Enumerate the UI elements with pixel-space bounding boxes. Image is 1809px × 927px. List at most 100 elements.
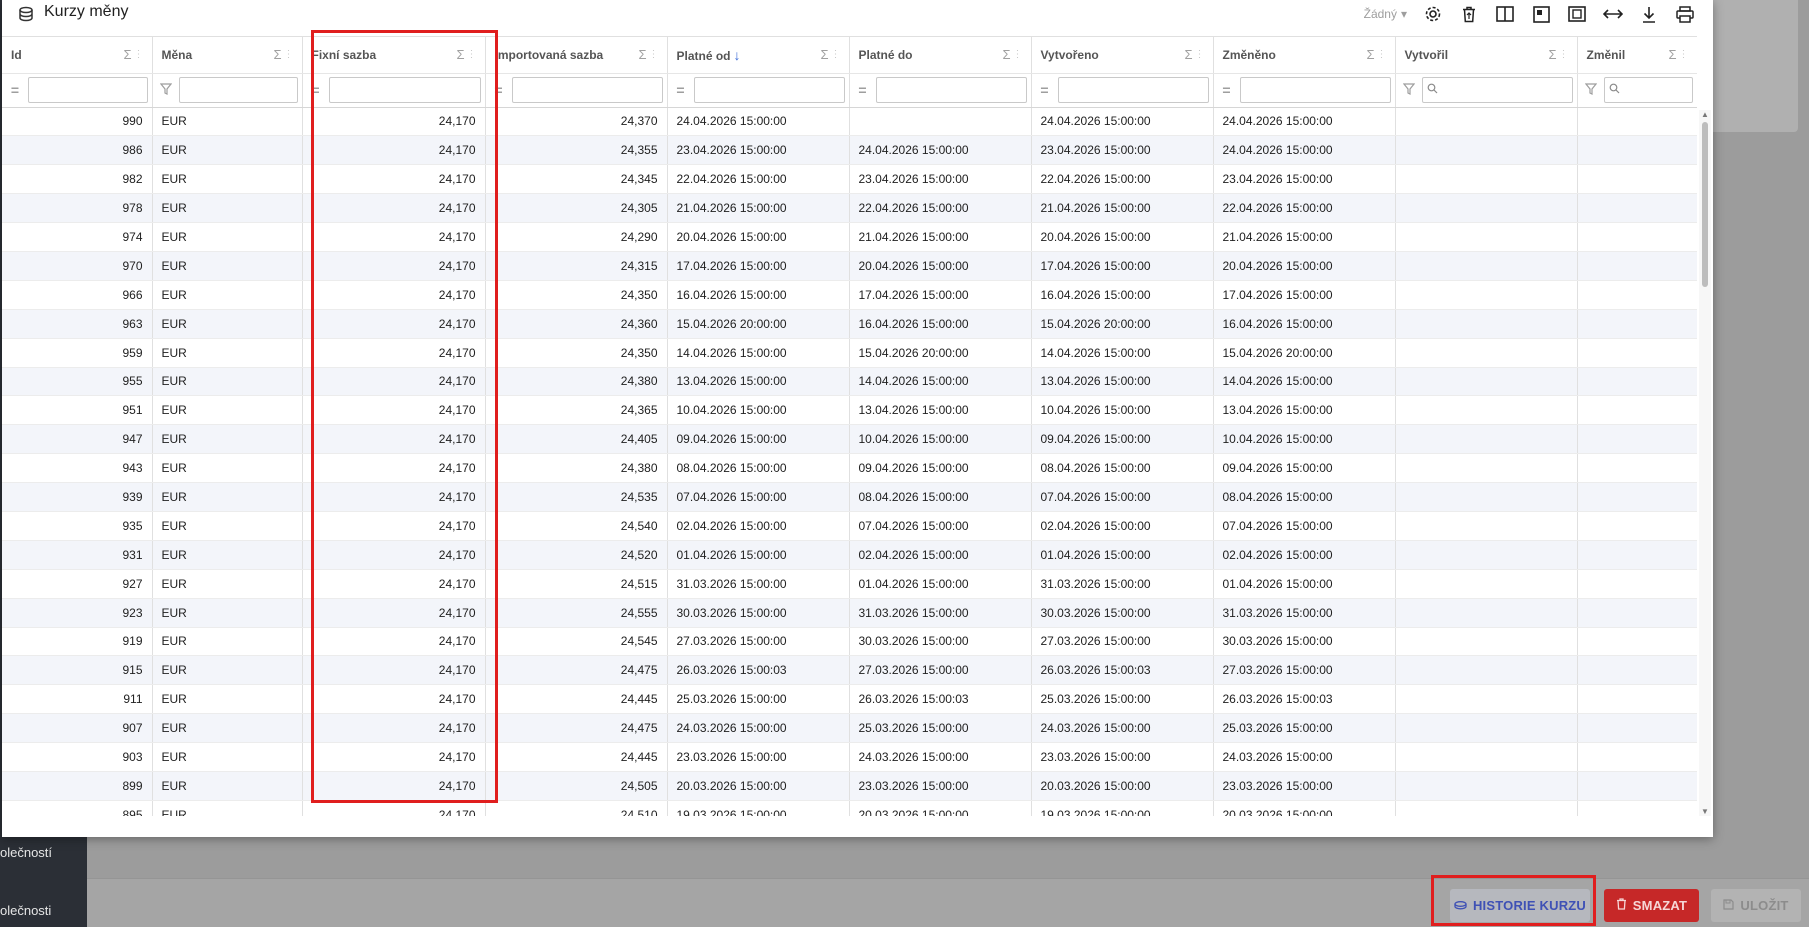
cell-created[interactable]: 08.04.2026 15:00:00 <box>1031 453 1214 484</box>
cell-valid-to[interactable]: 08.04.2026 15:00:00 <box>849 482 1032 512</box>
table-row[interactable]: 982 EUR 24,170 24,345 22.04.2026 15:00:00 23.… <box>2 164 1697 195</box>
table-row[interactable]: 931 EUR 24,170 24,520 01.04.2026 15:00:00 02.… <box>2 540 1697 570</box>
table-row[interactable]: 955 EUR 24,170 24,380 13.04.2026 15:00:00 14.… <box>2 367 1697 397</box>
cell-valid-to[interactable]: 20.03.2026 15:00:00 <box>849 800 1032 816</box>
cell-currency[interactable]: EUR <box>152 222 303 252</box>
cell-id[interactable]: 899 <box>2 771 153 801</box>
cell-changed[interactable]: 20.04.2026 15:00:00 <box>1213 251 1396 281</box>
table-row[interactable]: 895 EUR 24,170 24,510 19.03.2026 15:00:00 20.… <box>2 800 1697 816</box>
column-header-valid-from[interactable]: Platné od ↓ Σ ⋮ <box>667 37 850 74</box>
cell-currency[interactable]: EUR <box>152 569 303 599</box>
column-header-imported-rate[interactable]: Importovaná sazba Σ ⋮ <box>485 37 668 74</box>
filter-input-currency[interactable] <box>178 77 298 103</box>
layout-icon[interactable] <box>1523 2 1559 26</box>
cell-changed[interactable]: 24.03.2026 15:00:00 <box>1213 742 1396 772</box>
cell-imported-rate[interactable]: 24,350 <box>485 338 668 368</box>
cell-changed-by[interactable] <box>1577 800 1697 816</box>
cell-valid-to[interactable]: 30.03.2026 15:00:00 <box>849 627 1032 657</box>
sort-desc-icon[interactable]: ↓ <box>734 47 741 63</box>
table-row[interactable]: 963 EUR 24,170 24,360 15.04.2026 20:00:00 16.… <box>2 309 1697 339</box>
cell-created-by[interactable] <box>1395 395 1578 426</box>
cell-created-by[interactable] <box>1395 222 1578 252</box>
table-row[interactable]: 927 EUR 24,170 24,515 31.03.2026 15:00:00 01.… <box>2 569 1697 599</box>
cell-currency[interactable]: EUR <box>152 424 303 455</box>
cell-changed[interactable]: 30.03.2026 15:00:00 <box>1213 627 1396 657</box>
cell-imported-rate[interactable]: 24,405 <box>485 424 668 455</box>
cell-id[interactable]: 982 <box>2 164 153 195</box>
cell-changed[interactable]: 24.04.2026 15:00:00 <box>1213 107 1396 137</box>
cell-created-by[interactable] <box>1395 164 1578 195</box>
cell-imported-rate[interactable]: 24,445 <box>485 742 668 772</box>
cell-id[interactable]: 947 <box>2 424 153 455</box>
cell-valid-from[interactable]: 16.04.2026 15:00:00 <box>667 280 850 310</box>
cell-valid-from[interactable]: 27.03.2026 15:00:00 <box>667 627 850 657</box>
cell-id[interactable]: 935 <box>2 511 153 541</box>
cell-valid-from[interactable]: 22.04.2026 15:00:00 <box>667 164 850 195</box>
filter-input-created-by[interactable] <box>1421 77 1573 103</box>
cell-created[interactable]: 15.04.2026 20:00:00 <box>1031 309 1214 339</box>
cell-valid-to[interactable]: 21.04.2026 15:00:00 <box>849 222 1032 252</box>
cell-changed-by[interactable] <box>1577 742 1697 772</box>
cell-currency[interactable]: EUR <box>152 164 303 195</box>
cell-changed-by[interactable] <box>1577 193 1697 224</box>
cell-changed-by[interactable] <box>1577 627 1697 657</box>
cell-created[interactable]: 10.04.2026 15:00:00 <box>1031 395 1214 426</box>
cell-valid-to[interactable]: 13.04.2026 15:00:00 <box>849 395 1032 426</box>
cell-created[interactable]: 20.04.2026 15:00:00 <box>1031 222 1214 252</box>
cell-changed-by[interactable] <box>1577 713 1697 744</box>
cell-created-by[interactable] <box>1395 511 1578 541</box>
filter-equals-icon[interactable]: = <box>6 82 24 98</box>
cell-valid-from[interactable]: 09.04.2026 15:00:00 <box>667 424 850 455</box>
cell-created[interactable]: 07.04.2026 15:00:00 <box>1031 482 1214 512</box>
cell-valid-to[interactable]: 26.03.2026 15:00:03 <box>849 684 1032 715</box>
cell-changed[interactable]: 01.04.2026 15:00:00 <box>1213 569 1396 599</box>
aggregate-sum-icon[interactable]: Σ ⋮ <box>1366 47 1386 62</box>
table-row[interactable]: 947 EUR 24,170 24,405 09.04.2026 15:00:00 10.… <box>2 424 1697 455</box>
cell-created-by[interactable] <box>1395 338 1578 368</box>
cell-currency[interactable]: EUR <box>152 395 303 426</box>
cell-currency[interactable]: EUR <box>152 598 303 628</box>
cell-created[interactable]: 20.03.2026 15:00:00 <box>1031 771 1214 801</box>
cell-currency[interactable]: EUR <box>152 800 303 816</box>
cell-created[interactable]: 25.03.2026 15:00:00 <box>1031 684 1214 715</box>
cell-created-by[interactable] <box>1395 742 1578 772</box>
cell-changed[interactable]: 17.04.2026 15:00:00 <box>1213 280 1396 310</box>
cell-changed[interactable]: 20.03.2026 15:00:00 <box>1213 800 1396 816</box>
cell-created-by[interactable] <box>1395 367 1578 397</box>
resize-horizontal-icon[interactable] <box>1595 2 1631 26</box>
cell-created[interactable]: 24.04.2026 15:00:00 <box>1031 107 1214 137</box>
cell-created[interactable]: 21.04.2026 15:00:00 <box>1031 193 1214 224</box>
cell-id[interactable]: 939 <box>2 482 153 512</box>
cell-created-by[interactable] <box>1395 800 1578 816</box>
cell-created-by[interactable] <box>1395 193 1578 224</box>
table-row[interactable]: 935 EUR 24,170 24,540 02.04.2026 15:00:00 07.… <box>2 511 1697 541</box>
cell-valid-from[interactable]: 23.04.2026 15:00:00 <box>667 135 850 166</box>
table-row[interactable]: 951 EUR 24,170 24,365 10.04.2026 15:00:00 13.… <box>2 395 1697 426</box>
cell-created-by[interactable] <box>1395 540 1578 570</box>
cell-created-by[interactable] <box>1395 251 1578 281</box>
cell-changed-by[interactable] <box>1577 280 1697 310</box>
cell-valid-to[interactable]: 17.04.2026 15:00:00 <box>849 280 1032 310</box>
column-header-changed[interactable]: Změněno Σ ⋮ <box>1213 37 1396 74</box>
table-row[interactable]: 923 EUR 24,170 24,555 30.03.2026 15:00:00 31.… <box>2 598 1697 628</box>
filter-funnel-icon[interactable] <box>1400 82 1418 98</box>
cell-id[interactable]: 907 <box>2 713 153 744</box>
delete-layout-icon[interactable] <box>1451 2 1487 26</box>
cell-currency[interactable]: EUR <box>152 482 303 512</box>
cell-valid-to[interactable]: 07.04.2026 15:00:00 <box>849 511 1032 541</box>
cell-valid-to[interactable]: 01.04.2026 15:00:00 <box>849 569 1032 599</box>
cell-valid-to[interactable]: 15.04.2026 20:00:00 <box>849 338 1032 368</box>
aggregate-sum-icon[interactable]: Σ ⋮ <box>820 47 840 62</box>
cell-valid-from[interactable]: 25.03.2026 15:00:00 <box>667 684 850 715</box>
cell-created[interactable]: 31.03.2026 15:00:00 <box>1031 569 1214 599</box>
cell-id[interactable]: 966 <box>2 280 153 310</box>
scroll-up-icon[interactable]: ▲ <box>1701 110 1709 119</box>
cell-valid-from[interactable]: 20.03.2026 15:00:00 <box>667 771 850 801</box>
cell-changed[interactable]: 10.04.2026 15:00:00 <box>1213 424 1396 455</box>
cell-changed-by[interactable] <box>1577 135 1697 166</box>
cell-valid-from[interactable]: 30.03.2026 15:00:00 <box>667 598 850 628</box>
cell-currency[interactable]: EUR <box>152 107 303 137</box>
table-row[interactable]: 919 EUR 24,170 24,545 27.03.2026 15:00:00 30.… <box>2 627 1697 657</box>
cell-currency[interactable]: EUR <box>152 713 303 744</box>
table-row[interactable]: 911 EUR 24,170 24,445 25.03.2026 15:00:00 26.… <box>2 684 1697 715</box>
